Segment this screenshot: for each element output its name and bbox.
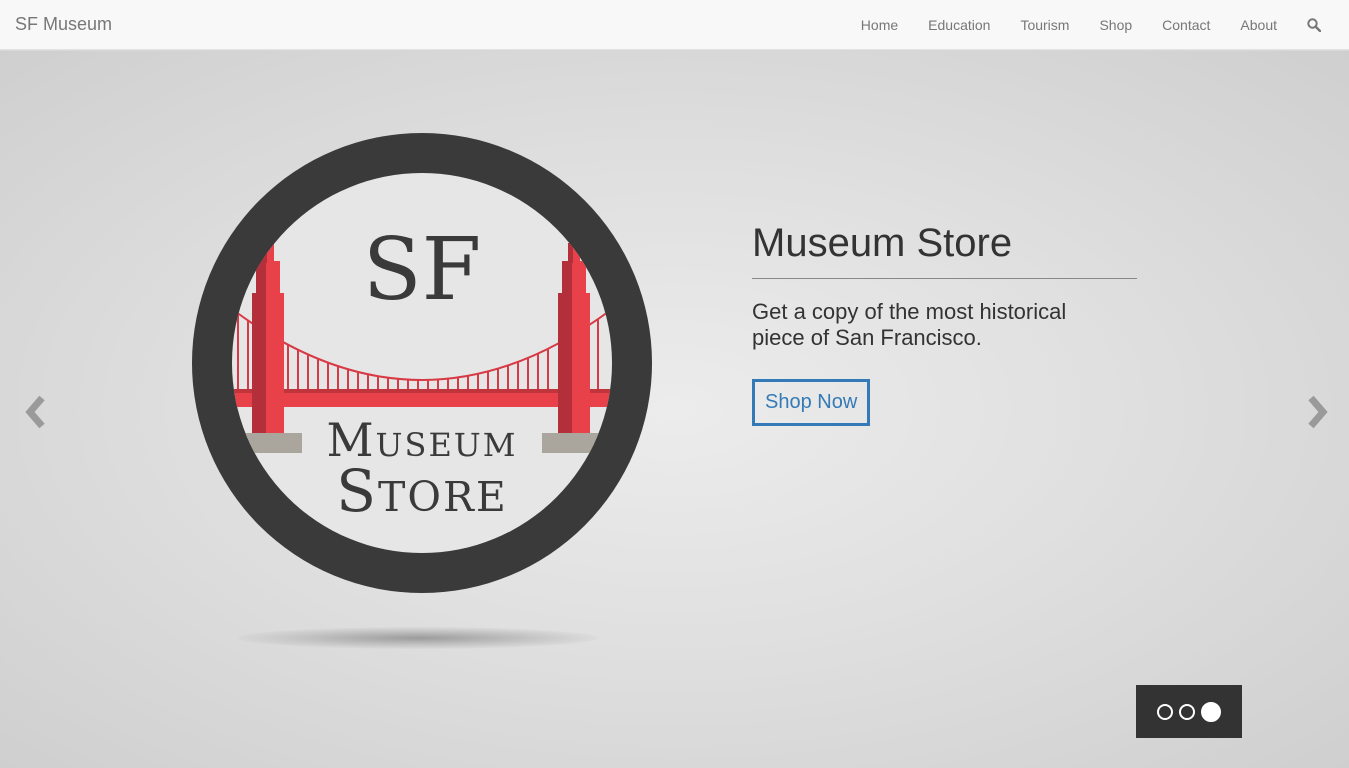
slide-text: Get a copy of the most historical piece … — [752, 299, 1067, 350]
carousel-indicator-3[interactable] — [1201, 701, 1221, 722]
logo-shadow — [238, 627, 598, 649]
navbar: SF Museum Home Education Tourism Shop Co… — [0, 0, 1349, 50]
chevron-right-icon — [1308, 395, 1328, 429]
nav-menu: Home Education Tourism Shop Contact Abou… — [846, 0, 1349, 50]
carousel-indicators — [1136, 685, 1242, 738]
logo-sf-text: SF — [363, 220, 482, 320]
shop-now-button[interactable]: Shop Now — [752, 379, 871, 426]
slide-title: Museum Store — [752, 221, 1137, 279]
hero-carousel: SF Museum Store Museum Store Get a copy … — [0, 51, 1349, 768]
carousel-next-button[interactable] — [1303, 394, 1333, 430]
chevron-left-icon — [25, 395, 45, 429]
search-icon — [1307, 18, 1321, 32]
nav-item-education[interactable]: Education — [913, 0, 1005, 50]
search-button[interactable] — [1292, 0, 1349, 50]
carousel-indicator-2[interactable] — [1179, 703, 1195, 720]
carousel-indicator-1[interactable] — [1157, 703, 1173, 720]
slide-caption: Museum Store Get a copy of the most hist… — [752, 221, 1137, 426]
carousel-prev-button[interactable] — [20, 394, 50, 430]
nav-item-home[interactable]: Home — [846, 0, 913, 50]
nav-item-about[interactable]: About — [1225, 0, 1292, 50]
brand-link[interactable]: SF Museum — [15, 14, 112, 35]
logo-store-text: Store — [336, 457, 508, 525]
nav-item-shop[interactable]: Shop — [1084, 0, 1147, 50]
nav-item-tourism[interactable]: Tourism — [1005, 0, 1084, 50]
nav-item-contact[interactable]: Contact — [1147, 0, 1225, 50]
museum-store-logo: SF Museum Store — [190, 131, 654, 595]
